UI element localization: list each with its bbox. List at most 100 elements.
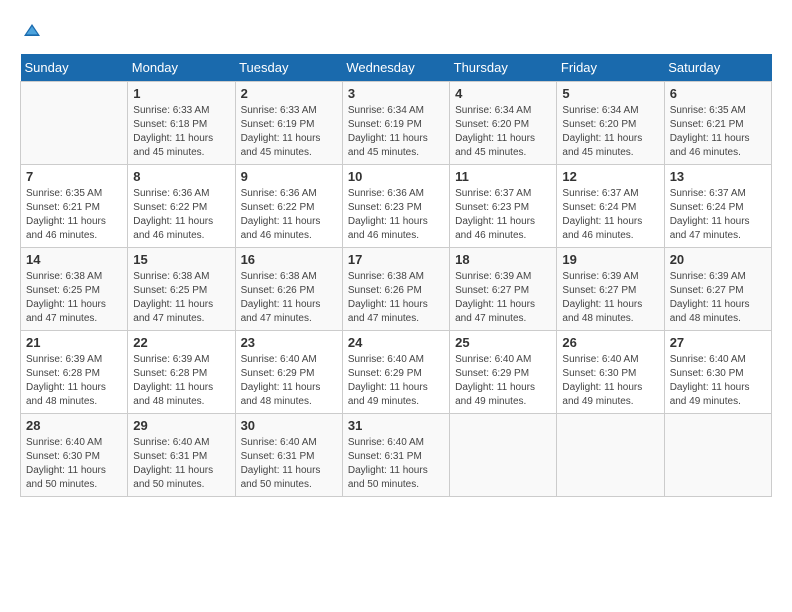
calendar-cell: 3Sunrise: 6:34 AM Sunset: 6:19 PM Daylig… [342,82,449,165]
day-info: Sunrise: 6:36 AM Sunset: 6:22 PM Dayligh… [241,187,337,243]
day-info: Sunrise: 6:40 AM Sunset: 6:30 PM Dayligh… [26,436,122,492]
calendar-cell: 24 Sunrise: 6:40 AM Sunset: 6:29 PM Dayli… [342,331,449,414]
calendar-body: 1 Sunrise: 6:33 AM Sunset: 6:18 PM Daylig… [21,82,772,497]
calendar-cell: 2 Sunrise: 6:33 AM Sunset: 6:19 PM Daylig… [235,82,342,165]
calendar-week-row: 21 Sunrise: 6:39 AM Sunset: 6:28 PM Dayli… [21,331,772,414]
calendar-cell: 17 Sunrise: 6:38 AM Sunset: 6:26 PM Dayli… [342,248,449,331]
weekday-header: Monday [128,54,235,82]
day-info: Sunrise: 6:40 AM Sunset: 6:31 PM Dayligh… [348,436,444,492]
calendar-cell: 25 Sunrise: 6:40 AM Sunset: 6:29 PM Dayli… [450,331,557,414]
day-info: Sunrise: 6:37 AM Sunset: 6:24 PM Dayligh… [562,187,658,243]
day-number: 18 [455,252,551,267]
calendar-cell: 5Sunrise: 6:34 AM Sunset: 6:20 PM Daylig… [557,82,664,165]
day-info: Sunrise: 6:40 AM Sunset: 6:29 PM Dayligh… [455,353,551,409]
day-info: Sunrise: 6:34 AM Sunset: 6:20 PM Dayligh… [455,104,551,160]
day-number: 16 [241,252,337,267]
calendar-cell [450,414,557,497]
logo-icon [20,20,44,44]
calendar-cell: 7 Sunrise: 6:35 AM Sunset: 6:21 PM Daylig… [21,165,128,248]
day-info: Sunrise: 6:37 AM Sunset: 6:24 PM Dayligh… [670,187,766,243]
calendar-cell: 28Sunrise: 6:40 AM Sunset: 6:30 PM Dayli… [21,414,128,497]
day-info: Sunrise: 6:35 AM Sunset: 6:21 PM Dayligh… [26,187,122,243]
page-header [20,20,772,44]
day-info: Sunrise: 6:40 AM Sunset: 6:31 PM Dayligh… [241,436,337,492]
day-number: 12 [562,169,658,184]
calendar-cell: 11Sunrise: 6:37 AM Sunset: 6:23 PM Dayli… [450,165,557,248]
day-number: 15 [133,252,229,267]
calendar-cell [557,414,664,497]
day-number: 26 [562,335,658,350]
calendar-week-row: 1 Sunrise: 6:33 AM Sunset: 6:18 PM Daylig… [21,82,772,165]
day-number: 9 [241,169,337,184]
day-number: 14 [26,252,122,267]
day-info: Sunrise: 6:40 AM Sunset: 6:29 PM Dayligh… [241,353,337,409]
calendar-cell [21,82,128,165]
calendar-cell [664,414,771,497]
calendar-cell: 10 Sunrise: 6:36 AM Sunset: 6:23 PM Dayli… [342,165,449,248]
calendar-cell: 27 Sunrise: 6:40 AM Sunset: 6:30 PM Dayli… [664,331,771,414]
day-number: 11 [455,169,551,184]
day-number: 2 [241,86,337,101]
calendar-cell: 29 Sunrise: 6:40 AM Sunset: 6:31 PM Dayli… [128,414,235,497]
day-number: 10 [348,169,444,184]
calendar-cell: 30 Sunrise: 6:40 AM Sunset: 6:31 PM Dayli… [235,414,342,497]
day-info: Sunrise: 6:39 AM Sunset: 6:27 PM Dayligh… [562,270,658,326]
day-number: 27 [670,335,766,350]
day-info: Sunrise: 6:38 AM Sunset: 6:25 PM Dayligh… [133,270,229,326]
calendar-cell: 18 Sunrise: 6:39 AM Sunset: 6:27 PM Dayli… [450,248,557,331]
calendar-cell: 19 Sunrise: 6:39 AM Sunset: 6:27 PM Dayli… [557,248,664,331]
calendar-week-row: 14 Sunrise: 6:38 AM Sunset: 6:25 PM Dayli… [21,248,772,331]
day-number: 31 [348,418,444,433]
day-info: Sunrise: 6:40 AM Sunset: 6:30 PM Dayligh… [670,353,766,409]
day-info: Sunrise: 6:40 AM Sunset: 6:31 PM Dayligh… [133,436,229,492]
calendar-cell: 20Sunrise: 6:39 AM Sunset: 6:27 PM Dayli… [664,248,771,331]
day-number: 13 [670,169,766,184]
day-info: Sunrise: 6:38 AM Sunset: 6:25 PM Dayligh… [26,270,122,326]
day-number: 7 [26,169,122,184]
day-info: Sunrise: 6:39 AM Sunset: 6:28 PM Dayligh… [133,353,229,409]
day-number: 22 [133,335,229,350]
day-number: 24 [348,335,444,350]
day-info: Sunrise: 6:39 AM Sunset: 6:27 PM Dayligh… [455,270,551,326]
logo [20,20,48,44]
day-info: Sunrise: 6:39 AM Sunset: 6:28 PM Dayligh… [26,353,122,409]
calendar-cell: 23 Sunrise: 6:40 AM Sunset: 6:29 PM Dayli… [235,331,342,414]
day-info: Sunrise: 6:33 AM Sunset: 6:18 PM Dayligh… [133,104,229,160]
day-number: 1 [133,86,229,101]
calendar-cell: 31 Sunrise: 6:40 AM Sunset: 6:31 PM Dayli… [342,414,449,497]
weekday-row: SundayMondayTuesdayWednesdayThursdayFrid… [21,54,772,82]
day-number: 25 [455,335,551,350]
weekday-header: Wednesday [342,54,449,82]
day-number: 6 [670,86,766,101]
day-number: 23 [241,335,337,350]
day-number: 29 [133,418,229,433]
calendar-cell: 26 Sunrise: 6:40 AM Sunset: 6:30 PM Dayli… [557,331,664,414]
calendar-cell: 16 Sunrise: 6:38 AM Sunset: 6:26 PM Dayli… [235,248,342,331]
day-info: Sunrise: 6:38 AM Sunset: 6:26 PM Dayligh… [241,270,337,326]
calendar-cell: 4Sunrise: 6:34 AM Sunset: 6:20 PM Daylig… [450,82,557,165]
day-info: Sunrise: 6:36 AM Sunset: 6:23 PM Dayligh… [348,187,444,243]
day-number: 30 [241,418,337,433]
calendar-cell: 13 Sunrise: 6:37 AM Sunset: 6:24 PM Dayli… [664,165,771,248]
day-info: Sunrise: 6:34 AM Sunset: 6:20 PM Dayligh… [562,104,658,160]
calendar-header: SundayMondayTuesdayWednesdayThursdayFrid… [21,54,772,82]
day-number: 19 [562,252,658,267]
calendar-cell: 22 Sunrise: 6:39 AM Sunset: 6:28 PM Dayli… [128,331,235,414]
day-info: Sunrise: 6:33 AM Sunset: 6:19 PM Dayligh… [241,104,337,160]
day-info: Sunrise: 6:40 AM Sunset: 6:29 PM Dayligh… [348,353,444,409]
weekday-header: Thursday [450,54,557,82]
day-number: 17 [348,252,444,267]
day-number: 20 [670,252,766,267]
calendar-cell: 15 Sunrise: 6:38 AM Sunset: 6:25 PM Dayli… [128,248,235,331]
calendar-cell: 6Sunrise: 6:35 AM Sunset: 6:21 PM Daylig… [664,82,771,165]
calendar-cell: 1 Sunrise: 6:33 AM Sunset: 6:18 PM Daylig… [128,82,235,165]
calendar-cell: 12 Sunrise: 6:37 AM Sunset: 6:24 PM Dayli… [557,165,664,248]
day-info: Sunrise: 6:34 AM Sunset: 6:19 PM Dayligh… [348,104,444,160]
calendar-table: SundayMondayTuesdayWednesdayThursdayFrid… [20,54,772,497]
day-info: Sunrise: 6:40 AM Sunset: 6:30 PM Dayligh… [562,353,658,409]
day-info: Sunrise: 6:38 AM Sunset: 6:26 PM Dayligh… [348,270,444,326]
day-info: Sunrise: 6:36 AM Sunset: 6:22 PM Dayligh… [133,187,229,243]
day-number: 21 [26,335,122,350]
calendar-cell: 21 Sunrise: 6:39 AM Sunset: 6:28 PM Dayli… [21,331,128,414]
calendar-cell: 8Sunrise: 6:36 AM Sunset: 6:22 PM Daylig… [128,165,235,248]
